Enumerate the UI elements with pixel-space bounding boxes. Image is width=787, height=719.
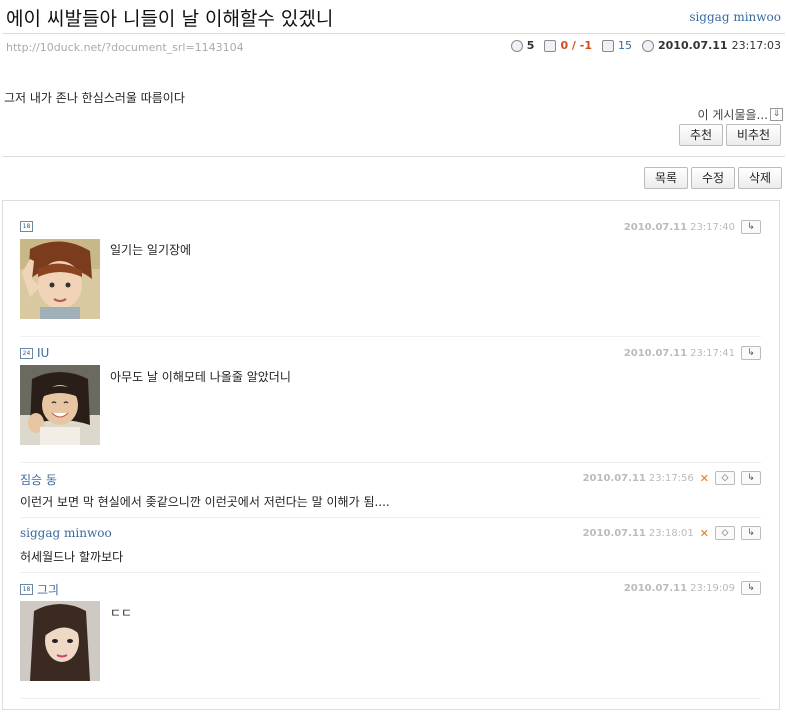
reply-arrow-icon[interactable]: ↳: [741, 471, 761, 485]
comment-date: 2010.07.11 23:17:56 ✕ ◇ ↳: [583, 471, 761, 485]
comment-date-value: 2010.07.11: [582, 472, 646, 484]
comment-date-value: 2010.07.11: [623, 221, 688, 233]
post-title: 에이 씨발들아 니들이 날 이해할수 있겠니: [6, 8, 334, 30]
comment-text: 허세월드나 할까보다: [20, 550, 124, 564]
comment-time: 23:17:56: [648, 472, 694, 484]
post-body: 그저 내가 존나 한심스러울 따름이다: [4, 91, 185, 105]
comment-time: 23:17:40: [690, 221, 735, 233]
girl-peace-sign-photo: [20, 239, 100, 319]
comment-count-icon: [510, 39, 523, 52]
vote-icon: [544, 39, 557, 52]
dropdown-icon: ⇓: [770, 108, 783, 121]
comment-list: 18 2010.07.11 23:17:40 ↳ 일기는 일기장에 24 IU …: [2, 200, 780, 710]
comment-date-value: 2010.07.11: [582, 527, 646, 539]
clock-icon: [642, 39, 654, 52]
reply-arrow-icon[interactable]: ↳: [741, 581, 761, 595]
comment-time: 23:17:41: [690, 347, 735, 359]
divider: [2, 33, 785, 34]
view-count: 15: [618, 39, 632, 52]
unrecommend-button[interactable]: 비추천: [726, 124, 781, 146]
comment-author-name[interactable]: IU: [37, 346, 49, 360]
comment-author-name[interactable]: 그긔: [37, 581, 59, 598]
comment-text: 이런거 보면 막 현실에서 좆같으니깐 이런곳에서 저런다는 말 이해가 됨..…: [20, 495, 390, 509]
post-author[interactable]: siggag minwoo: [689, 10, 781, 24]
post-menu-link[interactable]: 이 게시물을... ⇓: [698, 106, 783, 123]
comment-author[interactable]: siggag minwoo: [20, 526, 112, 540]
comment-divider: [21, 698, 761, 699]
comment-author[interactable]: 18: [20, 221, 33, 232]
recommend-button[interactable]: 추천: [679, 124, 723, 146]
comment-text: 일기는 일기장에: [110, 243, 192, 257]
post-menu-label: 이 게시물을...: [697, 108, 768, 122]
comment-date-value: 2010.07.11: [623, 347, 688, 359]
post-date: 2010.07.11: [658, 39, 728, 52]
post-meta: 5 0 / -1 15 2010.07.11 23:17:03: [505, 39, 781, 52]
comment-divider: [21, 572, 761, 573]
reply-arrow-icon[interactable]: ↳: [741, 346, 761, 360]
delete-button[interactable]: 삭제: [738, 167, 782, 189]
comment-date: 2010.07.11 23:18:01 ✕ ◇ ↳: [583, 526, 761, 540]
divider: [2, 156, 785, 157]
reply-arrow-icon[interactable]: ↳: [741, 526, 761, 540]
post-time: 23:17:03: [731, 39, 781, 52]
post-url[interactable]: http://10duck.net/?document_srl=1143104: [6, 41, 244, 54]
comment-author[interactable]: 짐승 동: [20, 471, 57, 488]
reply-arrow-icon[interactable]: ↳: [741, 220, 761, 234]
comment-author[interactable]: 24 IU: [20, 346, 49, 360]
comment-author[interactable]: 18 그긔: [20, 581, 59, 598]
comment-author-name[interactable]: 짐승 동: [20, 471, 57, 488]
x-delete-icon[interactable]: ✕: [700, 472, 709, 485]
eraser-edit-icon[interactable]: ◇: [715, 526, 735, 540]
comment-divider: [21, 336, 761, 337]
smiling-girl-photo: [20, 365, 100, 445]
views-icon: [602, 39, 614, 52]
level-badge: 18: [20, 584, 33, 595]
level-badge: 24: [20, 347, 33, 359]
level-badge: 18: [20, 221, 33, 232]
comment-text: ㄷㄷ: [110, 606, 133, 620]
list-button[interactable]: 목록: [644, 167, 688, 189]
comment-count: 5: [526, 39, 535, 52]
comment-date: 2010.07.11 23:17:41 ↳: [624, 346, 761, 360]
comment-divider: [21, 462, 761, 463]
comment-author-name[interactable]: siggag minwoo: [20, 526, 112, 540]
comment-date: 2010.07.11 23:17:40 ↳: [624, 220, 761, 234]
x-delete-icon[interactable]: ✕: [700, 527, 709, 540]
eraser-edit-icon[interactable]: ◇: [715, 471, 735, 485]
vote-count: 0 / -1: [560, 39, 592, 52]
comment-time: 23:19:09: [690, 582, 735, 594]
edit-button[interactable]: 수정: [691, 167, 735, 189]
long-hair-girl-photo: [20, 601, 100, 681]
comment-text: 아무도 날 이해모테 나올줄 알았더니: [110, 370, 291, 384]
comment-date-value: 2010.07.11: [623, 582, 688, 594]
comment-date: 2010.07.11 23:19:09 ↳: [624, 581, 761, 595]
comment-divider: [21, 517, 761, 518]
comment-time: 23:18:01: [648, 527, 694, 539]
